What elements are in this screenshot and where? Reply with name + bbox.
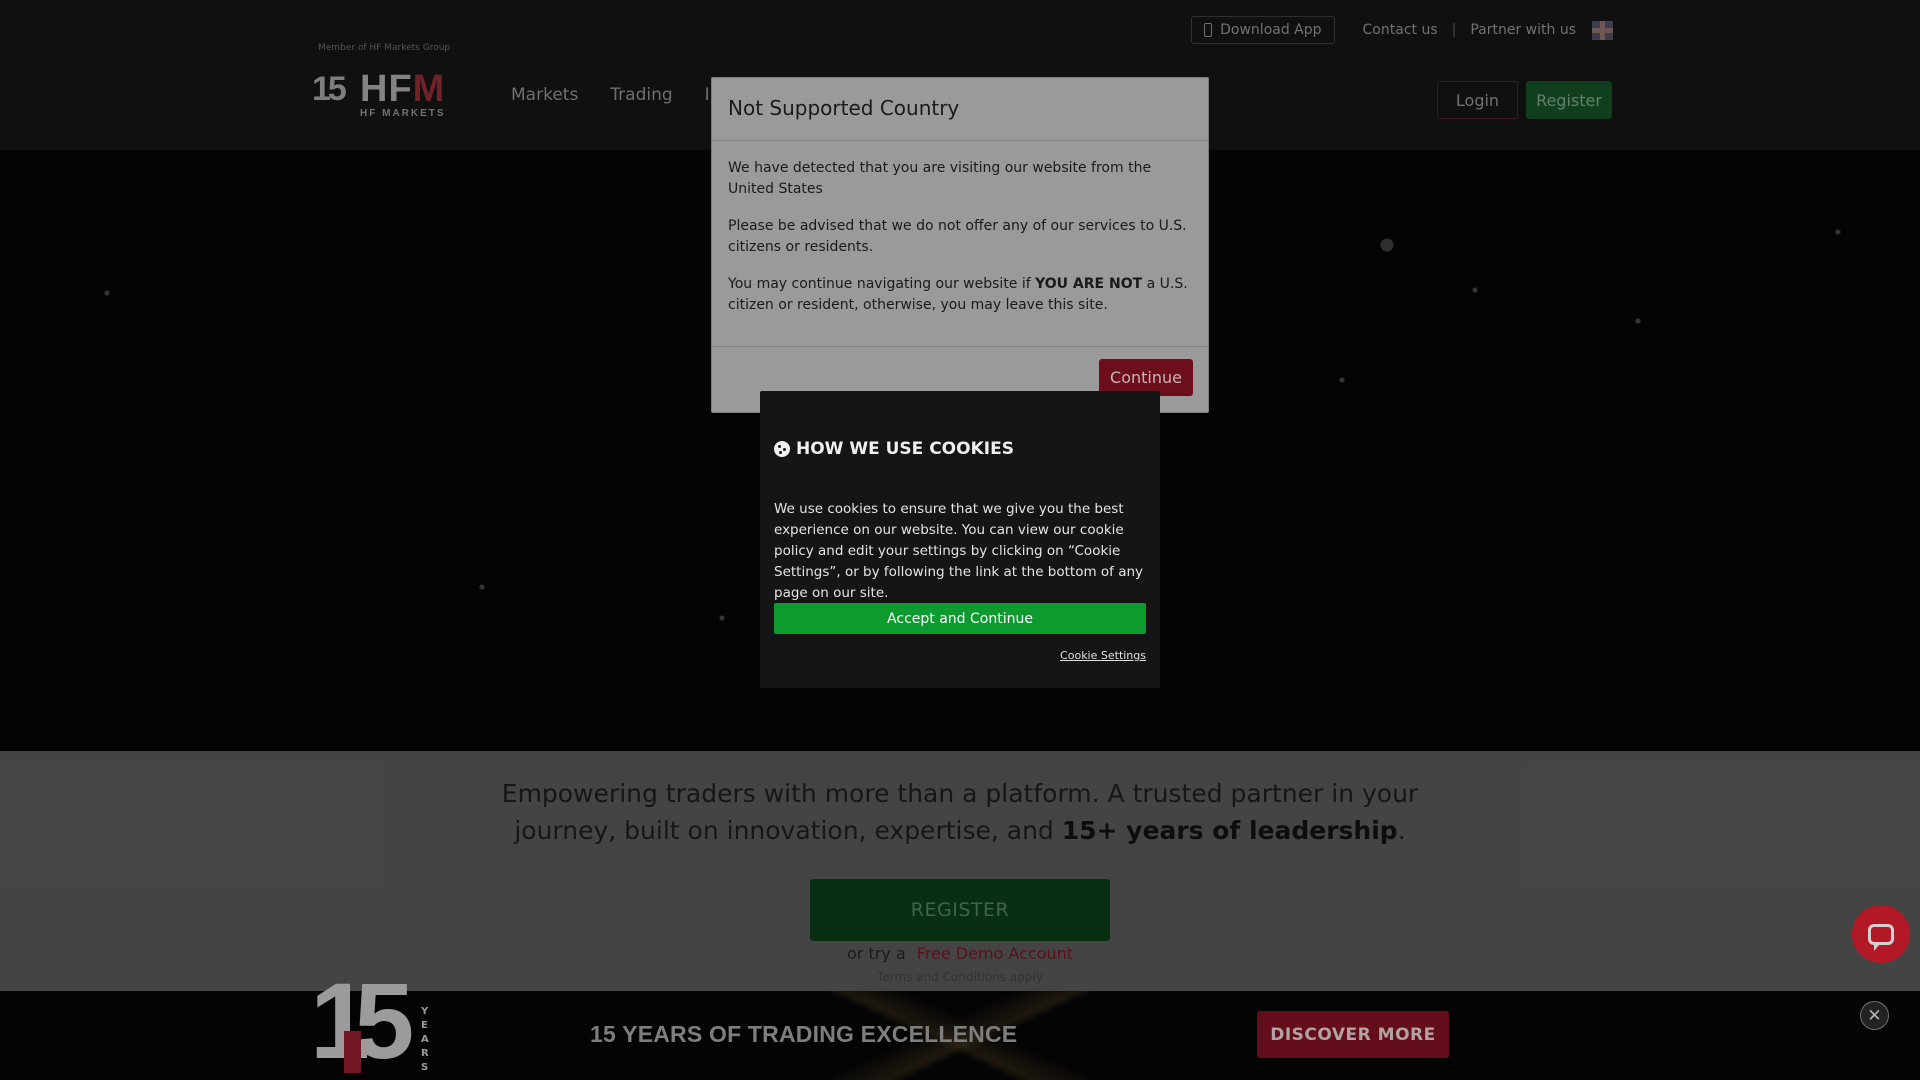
country-modal-para-2: Please be advised that we do not offer a… bbox=[728, 218, 1187, 255]
not-supported-country-modal: Not Supported Country We have detected t… bbox=[711, 77, 1209, 413]
cookie-icon bbox=[774, 441, 790, 457]
cookie-settings-link[interactable]: Cookie Settings bbox=[1060, 649, 1146, 662]
country-modal-title: Not Supported Country bbox=[712, 78, 1208, 141]
country-modal-body: We have detected that you are visiting o… bbox=[712, 141, 1208, 316]
cookie-text: We use cookies to ensure that we give yo… bbox=[774, 501, 1144, 601]
country-modal-para-1: We have detected that you are visiting o… bbox=[728, 160, 1152, 197]
accept-and-continue-button[interactable]: Accept and Continue bbox=[774, 603, 1146, 634]
cookie-consent-modal: HOW WE USE COOKIES We use cookies to ens… bbox=[760, 391, 1160, 688]
country-modal-para-3: You may continue navigating our website … bbox=[728, 276, 1188, 313]
cookie-title: HOW WE USE COOKIES bbox=[774, 439, 1014, 459]
